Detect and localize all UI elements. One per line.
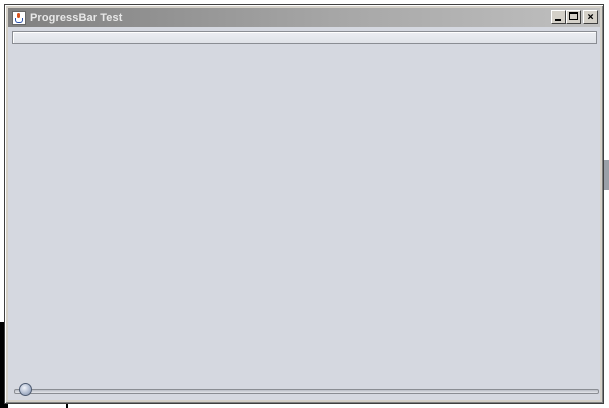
close-icon: × bbox=[587, 10, 594, 23]
window-content bbox=[8, 27, 600, 400]
slider-track[interactable] bbox=[14, 389, 599, 394]
minimize-button[interactable] bbox=[551, 10, 566, 24]
title-bar[interactable]: ProgressBar Test × bbox=[8, 8, 600, 27]
maximize-button[interactable] bbox=[566, 10, 581, 24]
progressbar-test-window: ProgressBar Test × bbox=[4, 4, 604, 404]
java-cup-icon[interactable] bbox=[12, 10, 26, 25]
window-controls: × bbox=[551, 10, 598, 24]
close-button[interactable]: × bbox=[583, 10, 598, 24]
slider-thumb[interactable] bbox=[19, 383, 32, 396]
progress-slider[interactable] bbox=[11, 381, 599, 399]
progress-bar bbox=[12, 31, 597, 44]
maximize-icon bbox=[569, 12, 578, 20]
minimize-icon bbox=[555, 19, 561, 21]
window-title: ProgressBar Test bbox=[30, 11, 123, 24]
